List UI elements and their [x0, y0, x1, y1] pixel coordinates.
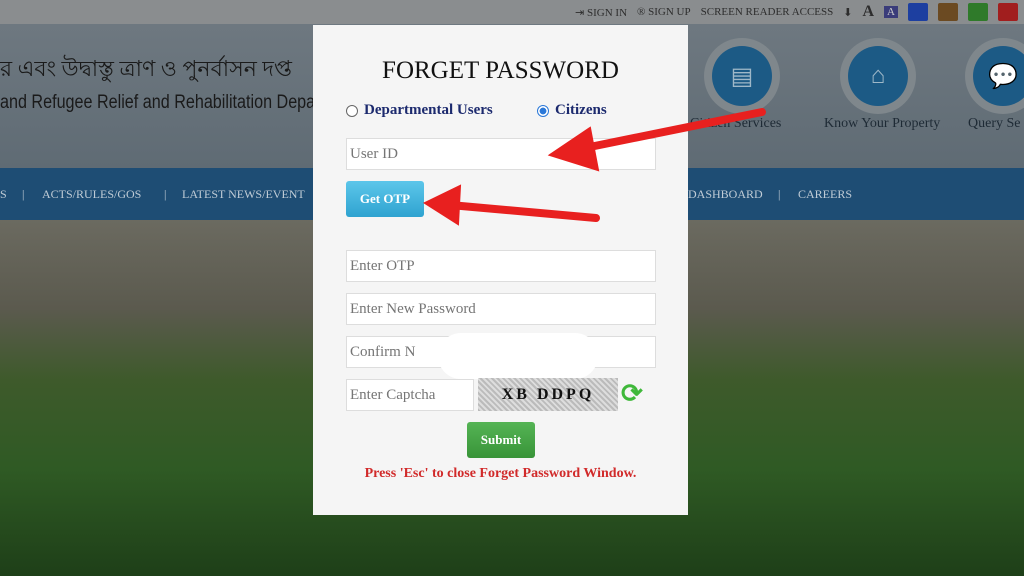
arrow-to-get-otp	[422, 184, 600, 226]
annotation-arrows	[422, 108, 766, 226]
arrow-to-user-id	[547, 108, 766, 172]
